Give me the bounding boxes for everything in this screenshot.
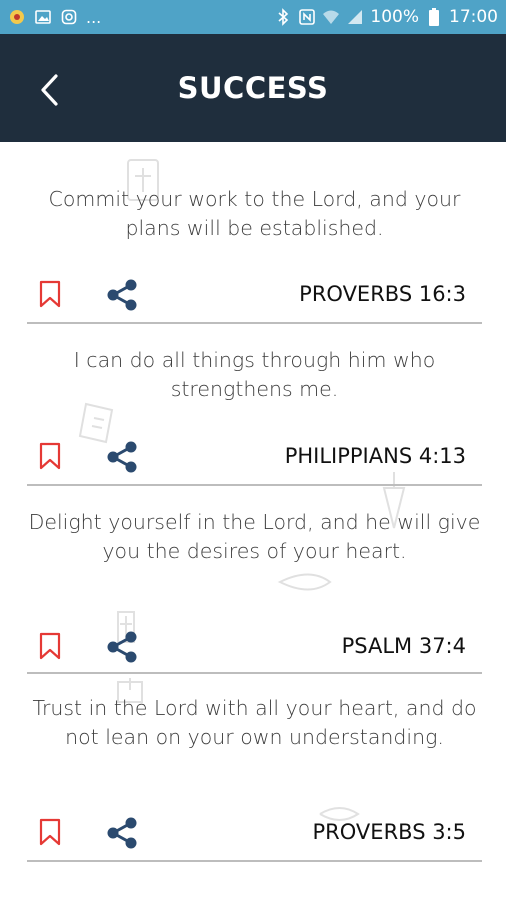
more-notifications-text: ...: [86, 7, 102, 27]
verse-reference: PROVERBS 3:5: [312, 820, 466, 844]
bookmark-icon: [39, 632, 61, 660]
nfc-icon: [298, 9, 316, 25]
app-bar: SUCCESS: [0, 34, 506, 142]
verse-reference: PSALM 37:4: [341, 634, 466, 658]
verse-actions: PHILIPPIANS 4:13: [27, 436, 482, 476]
divider: [27, 672, 482, 674]
share-icon: [107, 441, 137, 473]
verse-text: Trust in the Lord with all your heart, a…: [32, 696, 477, 749]
bookmark-button[interactable]: [39, 280, 67, 310]
bookmark-icon: [39, 818, 61, 846]
bookmark-button[interactable]: [39, 818, 67, 848]
bluetooth-icon: [274, 8, 292, 26]
verse-actions: PSALM 37:4: [27, 626, 482, 666]
share-button[interactable]: [105, 278, 141, 312]
app-notification-icon: [8, 9, 26, 25]
bookmark-button[interactable]: [39, 442, 67, 472]
verse-text: Delight yourself in the Lord, and he wil…: [28, 510, 481, 563]
share-icon: [107, 279, 137, 311]
battery-icon: [425, 8, 443, 26]
divider: [27, 322, 482, 324]
status-notifications: ...: [8, 8, 101, 27]
divider: [27, 860, 482, 862]
share-icon: [107, 631, 137, 663]
status-bar: ... 100% 17:00: [0, 0, 506, 34]
bookmark-icon: [39, 280, 61, 308]
share-button[interactable]: [105, 440, 141, 474]
bookmark-icon: [39, 442, 61, 470]
verse-actions: PROVERBS 3:5: [27, 812, 482, 852]
bookmark-button[interactable]: [39, 632, 67, 662]
page-title: SUCCESS: [177, 71, 329, 105]
verse-text: I can do all things through him who stre…: [73, 348, 436, 401]
verse-reference: PHILIPPIANS 4:13: [284, 444, 466, 468]
verse-reference: PROVERBS 16:3: [299, 282, 466, 306]
divider: [27, 484, 482, 486]
signal-icon: [346, 9, 364, 25]
verse-actions: PROVERBS 16:3: [27, 274, 482, 314]
wifi-icon: [322, 9, 340, 25]
status-system: 100% 17:00: [274, 7, 498, 27]
battery-percent: 100%: [370, 7, 419, 27]
verse-text: Commit your work to the Lord, and your p…: [48, 187, 461, 240]
instagram-icon: [60, 9, 78, 25]
back-button[interactable]: [30, 70, 70, 110]
gallery-icon: [34, 9, 52, 25]
share-button[interactable]: [105, 816, 141, 850]
share-icon: [107, 817, 137, 849]
verse-list[interactable]: Commit your work to the Lord, and your p…: [0, 142, 506, 900]
chevron-left-icon: [41, 74, 58, 106]
clock-time: 17:00: [449, 7, 498, 27]
share-button[interactable]: [105, 630, 141, 664]
